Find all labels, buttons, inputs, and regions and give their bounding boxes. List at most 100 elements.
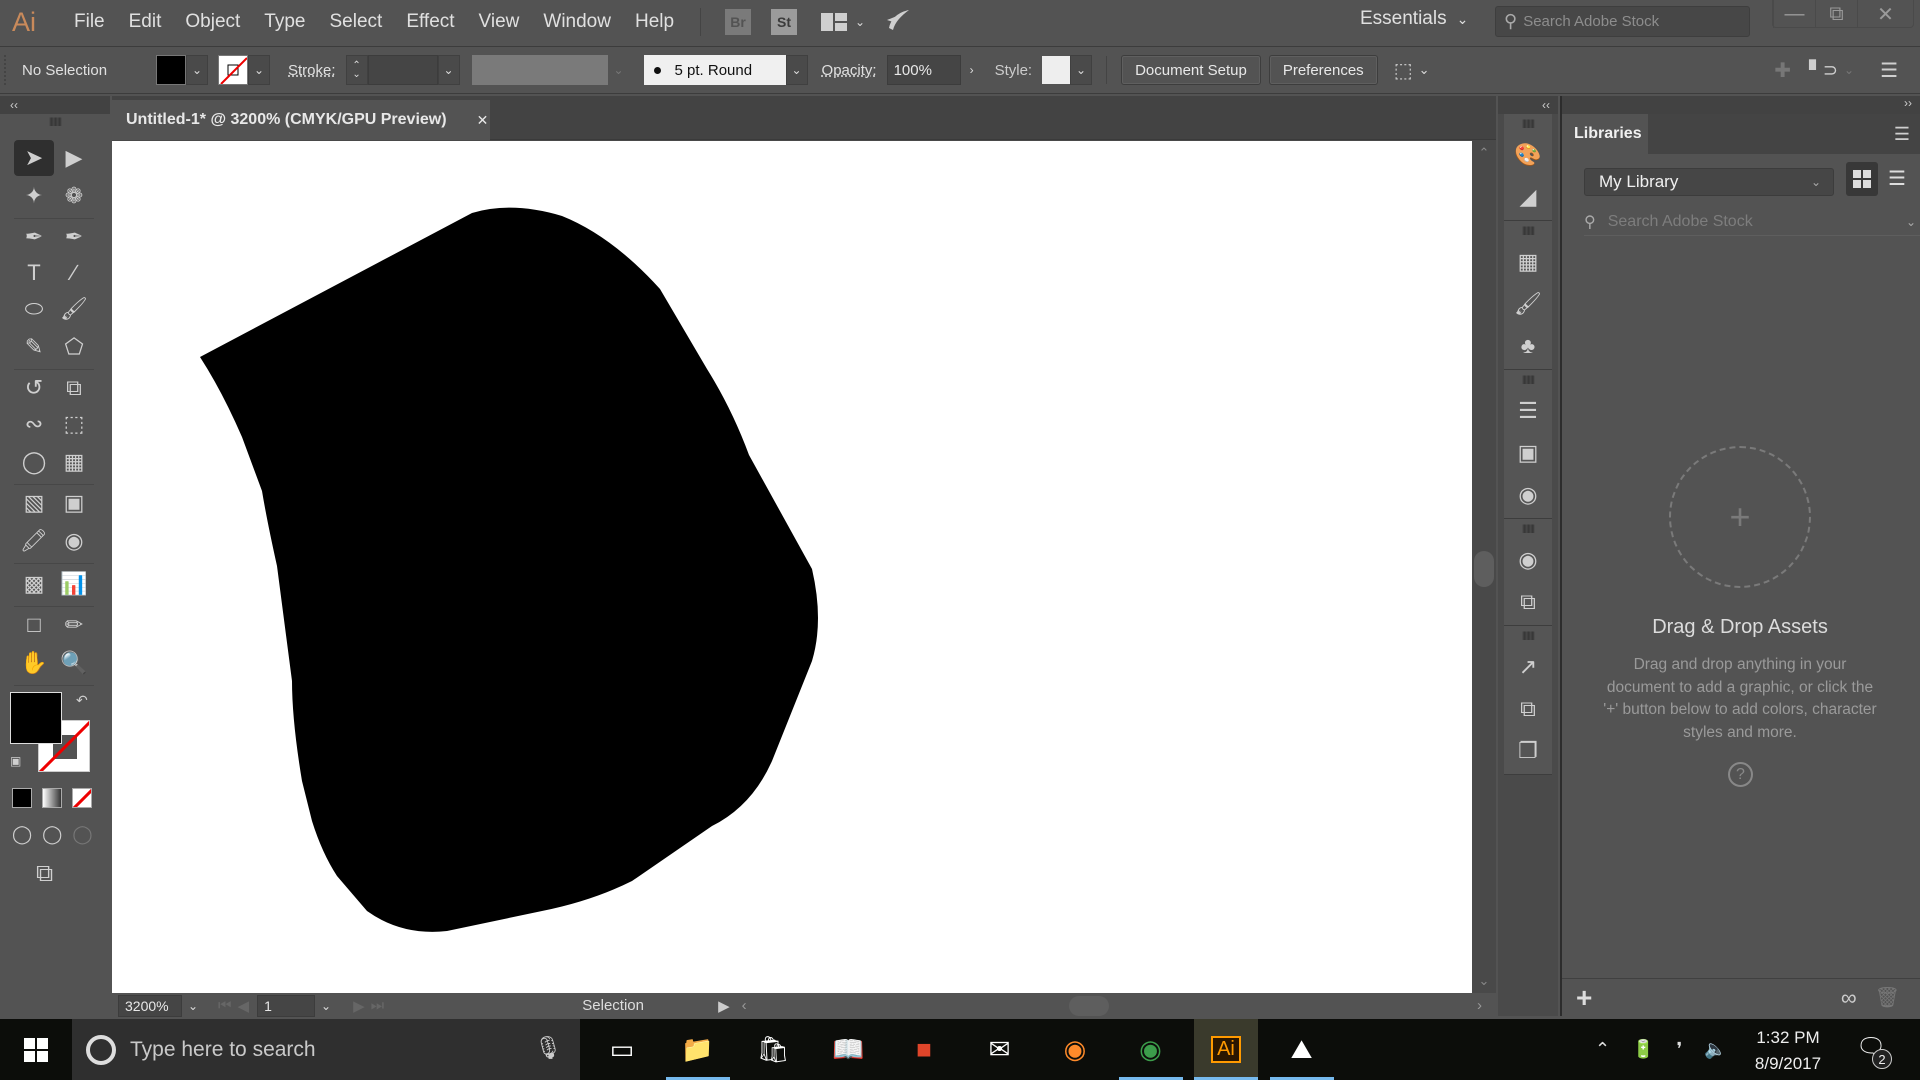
creative-cloud-icon[interactable]: ∞ bbox=[1841, 985, 1857, 1011]
transparency-icon[interactable]: ◉ bbox=[1513, 480, 1543, 510]
gpu-performance-icon[interactable] bbox=[885, 8, 911, 37]
symbol-sprayer-tool[interactable]: ▩ bbox=[14, 566, 54, 602]
stroke-dropdown[interactable]: ⌄ bbox=[248, 55, 270, 85]
tools-grip[interactable]: ||||||||| bbox=[0, 116, 110, 126]
artboard-dropdown[interactable]: ⌄ bbox=[315, 999, 337, 1013]
taskbar-store[interactable]: 🛍 bbox=[741, 1019, 805, 1080]
stroke-weight-stepper[interactable]: ⌃ ⌄ bbox=[345, 55, 368, 85]
artboard-canvas[interactable] bbox=[112, 141, 1472, 993]
minimize-button[interactable]: — bbox=[1773, 0, 1815, 28]
taskbar-search-box[interactable]: Type here to search bbox=[72, 1019, 320, 1080]
horizontal-scroll-thumb[interactable] bbox=[1068, 995, 1109, 1016]
clock[interactable]: 1:32 PM 8/9/2017 bbox=[1752, 1025, 1824, 1077]
stroke-swatch[interactable] bbox=[218, 55, 248, 85]
add-asset-button[interactable]: + bbox=[1576, 982, 1592, 1014]
battery-icon[interactable]: 🔋 bbox=[1632, 1039, 1654, 1060]
preferences-button[interactable]: Preferences bbox=[1268, 55, 1378, 85]
taskbar-chrome[interactable]: ◉ bbox=[1118, 1019, 1183, 1080]
curvature-tool[interactable]: ✒ bbox=[54, 219, 94, 255]
free-transform-tool[interactable]: ⬚ bbox=[54, 406, 94, 442]
paintbrush-tool[interactable]: 🖌 bbox=[54, 291, 94, 327]
collapse-strip-button[interactable]: ‹‹ bbox=[1498, 96, 1558, 114]
symbols-icon[interactable]: ♣ bbox=[1513, 331, 1543, 361]
control-bar-grip[interactable] bbox=[4, 55, 12, 85]
menu-type[interactable]: Type bbox=[252, 11, 317, 33]
expand-panels-button[interactable]: ›› bbox=[1562, 96, 1920, 114]
first-artboard-icon[interactable]: ⏮ bbox=[218, 997, 232, 1014]
column-graph-tool[interactable]: 📊 bbox=[54, 566, 94, 602]
none-button[interactable] bbox=[72, 788, 92, 808]
panel-menu-icon[interactable]: ☰ bbox=[1894, 124, 1910, 145]
profile-dropdown[interactable]: ⌄ bbox=[607, 55, 630, 85]
menu-object[interactable]: Object bbox=[173, 11, 252, 33]
taskbar-search-extension[interactable]: 🎙 bbox=[320, 1019, 580, 1080]
zoom-dropdown[interactable]: ⌄ bbox=[182, 999, 204, 1013]
type-tool[interactable]: T bbox=[14, 255, 54, 291]
taskbar-illustrator[interactable]: Ai bbox=[1194, 1019, 1258, 1080]
color-button[interactable] bbox=[12, 788, 32, 808]
style-dropdown[interactable]: ⌄ bbox=[1070, 55, 1093, 85]
menu-edit[interactable]: Edit bbox=[117, 11, 174, 33]
stroke-weight-input[interactable] bbox=[367, 55, 438, 85]
eyedropper-tool[interactable]: 🖍 bbox=[14, 523, 54, 559]
zoom-tool[interactable]: 🔍 bbox=[54, 645, 94, 681]
microphone-icon[interactable]: 🎙 bbox=[534, 1035, 562, 1061]
stroke-weight-dropdown[interactable]: ⌄ bbox=[437, 55, 460, 85]
draw-normal-icon[interactable]: ◯ bbox=[12, 824, 32, 845]
panel-group-grip[interactable]: ||||||||| bbox=[1522, 523, 1535, 533]
last-artboard-icon[interactable]: ⏭ bbox=[371, 997, 385, 1014]
document-setup-button[interactable]: Document Setup bbox=[1121, 55, 1261, 85]
gradient-button[interactable] bbox=[42, 788, 62, 808]
swatches-icon[interactable]: ▦ bbox=[1513, 247, 1543, 277]
artboards-icon[interactable]: ❐ bbox=[1513, 736, 1543, 766]
workspace-switcher[interactable]: Essentials ⌄ bbox=[1360, 8, 1468, 30]
export-icon[interactable]: ↗ bbox=[1513, 652, 1543, 682]
black-shape[interactable] bbox=[200, 207, 818, 932]
arrange-documents-icon[interactable]: ⌄ bbox=[821, 13, 865, 31]
draw-inside-icon[interactable]: ◯ bbox=[72, 824, 92, 845]
close-tab-icon[interactable]: ✕ bbox=[477, 112, 489, 129]
chevron-down-icon[interactable]: ⌄ bbox=[1906, 215, 1916, 229]
status-menu-icon[interactable]: ▶ bbox=[718, 997, 730, 1015]
graphic-style-swatch[interactable] bbox=[1042, 56, 1071, 84]
mesh-tool[interactable]: ▧ bbox=[14, 485, 54, 521]
taskbar-app-red[interactable]: ■ bbox=[892, 1019, 956, 1080]
trash-icon[interactable]: 🗑 bbox=[1875, 985, 1900, 1010]
chevron-down-icon[interactable]: ⌄ bbox=[1419, 62, 1430, 78]
swap-fill-stroke-icon[interactable]: ↶ bbox=[76, 692, 88, 709]
list-view-button[interactable]: ☰ bbox=[1888, 166, 1906, 191]
close-button[interactable]: ✕ bbox=[1857, 0, 1913, 28]
snap-icon[interactable]: ▘⊃ bbox=[1809, 60, 1838, 81]
selection-tool[interactable]: ➤ bbox=[14, 140, 54, 176]
hand-tool[interactable]: ✋ bbox=[14, 645, 54, 681]
libraries-tab[interactable]: Libraries bbox=[1562, 114, 1648, 154]
help-icon[interactable]: ? bbox=[1728, 762, 1753, 787]
gradient-tool[interactable]: ▣ bbox=[54, 485, 94, 521]
scroll-right-icon[interactable]: › bbox=[1477, 997, 1482, 1014]
direct-selection-tool[interactable]: ▶ bbox=[54, 140, 94, 176]
menu-help[interactable]: Help bbox=[623, 11, 686, 33]
opacity-label[interactable]: Opacity: bbox=[822, 62, 877, 79]
menu-effect[interactable]: Effect bbox=[394, 11, 466, 33]
panel-group-grip[interactable]: ||||||||| bbox=[1522, 630, 1535, 640]
shape-builder-tool[interactable]: ◯ bbox=[14, 444, 54, 480]
variable-width-profile[interactable] bbox=[471, 55, 608, 85]
menu-view[interactable]: View bbox=[467, 11, 532, 33]
taskbar-mail[interactable]: ✉ bbox=[968, 1019, 1032, 1080]
artboard-tool[interactable]: □ bbox=[14, 607, 54, 643]
fill-swatch[interactable] bbox=[156, 55, 186, 85]
library-search-input[interactable]: ⚲ Search Adobe Stock ⌄ bbox=[1584, 208, 1920, 236]
previous-artboard-icon[interactable]: ◀ bbox=[238, 997, 250, 1015]
show-hidden-icons[interactable]: ⌃ bbox=[1595, 1039, 1610, 1060]
lasso-tool[interactable]: ❁ bbox=[54, 178, 94, 214]
appearance-icon[interactable]: ◉ bbox=[1513, 545, 1543, 575]
width-tool[interactable]: ∾ bbox=[14, 406, 54, 442]
opacity-arrow[interactable]: › bbox=[960, 55, 983, 85]
panel-menu-icon[interactable]: ☰ bbox=[1880, 58, 1898, 83]
color-icon[interactable]: 🎨 bbox=[1513, 140, 1543, 170]
pen-tool[interactable]: ✒ bbox=[14, 219, 54, 255]
bridge-icon[interactable]: Br bbox=[725, 9, 752, 35]
wifi-icon[interactable]: ❜ bbox=[1677, 1039, 1683, 1060]
stroke-label[interactable]: Stroke: bbox=[288, 62, 336, 79]
vertical-scrollbar[interactable]: ⌃ ⌄ bbox=[1472, 141, 1496, 993]
